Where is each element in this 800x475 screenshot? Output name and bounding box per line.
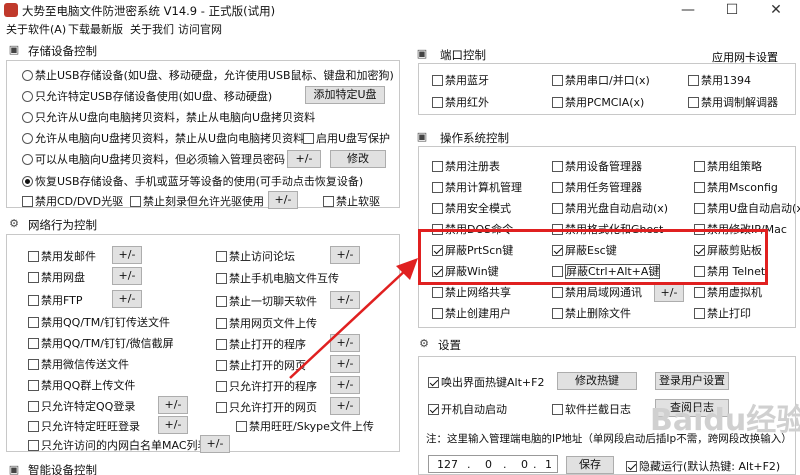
watermark: Baidu经验: [650, 403, 800, 438]
